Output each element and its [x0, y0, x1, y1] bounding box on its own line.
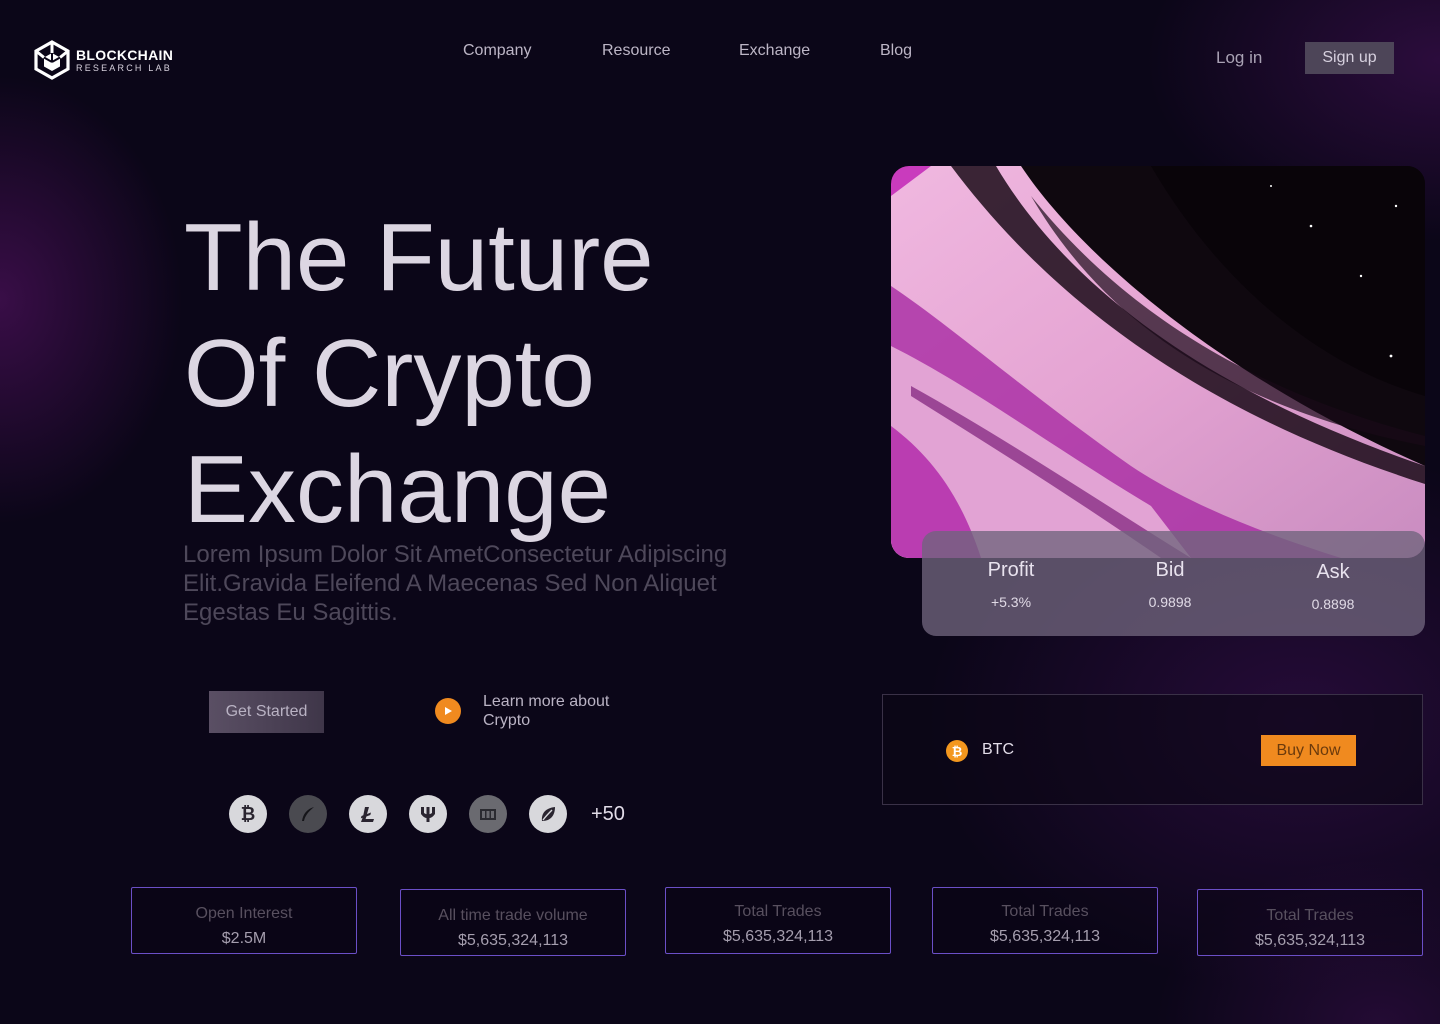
metric-card: Total Trades $5,635,324,113	[932, 887, 1158, 954]
ticker-bid-value: 0.9898	[1148, 594, 1192, 610]
hero-title-line-3: Exchange	[184, 436, 611, 543]
supported-coins: ₿ +50	[229, 795, 625, 833]
hero-subtitle: Lorem Ipsum Dolor Sit AmetConsectetur Ad…	[183, 541, 728, 626]
ticker-ask-value: 0.8898	[1311, 596, 1355, 612]
leaf-icon	[529, 795, 567, 833]
brand-name: BLOCKCHAIN	[76, 46, 174, 63]
ticker-bid: Bid 0.9898	[1120, 559, 1220, 610]
feather-icon	[289, 795, 327, 833]
nav-exchange-link[interactable]: Exchange	[739, 42, 810, 60]
brand-text: BLOCKCHAIN RESEARCH LAB	[76, 48, 173, 73]
learn-more-text: Learn more about Crypto	[483, 693, 610, 729]
ticker-profit-value: +5.3%	[990, 594, 1032, 610]
cube-logo-icon	[34, 40, 70, 80]
ticker-bid-label: Bid	[1155, 559, 1185, 581]
metric-label: Total Trades	[1266, 907, 1354, 924]
metric-card: Total Trades $5,635,324,113	[1197, 889, 1423, 956]
hero-title-line-1: The Future	[184, 204, 654, 311]
hero-artwork	[891, 166, 1425, 558]
metric-value: $5,635,324,113	[457, 932, 569, 949]
play-icon[interactable]	[435, 698, 461, 724]
ticker-card: Profit +5.3% Bid 0.9898 Ask 0.8898	[922, 531, 1425, 636]
buy-now-button[interactable]: Buy Now	[1261, 735, 1356, 766]
nav-resource-link[interactable]: Resource	[602, 42, 670, 60]
metric-value: $5,635,324,113	[989, 928, 1101, 945]
hero-title: The Future Of Crypto Exchange	[184, 200, 804, 548]
litecoin-icon	[349, 795, 387, 833]
metric-value: $2.5M	[221, 930, 267, 947]
more-coins-count: +50	[591, 802, 625, 825]
metric-label: All time trade volume	[438, 907, 588, 924]
svg-text:₿: ₿	[241, 804, 256, 825]
learn-more-link[interactable]: Learn more about Crypto	[435, 692, 633, 730]
nav-blog-link[interactable]: Blog	[880, 42, 912, 60]
ticker-profit: Profit +5.3%	[961, 559, 1061, 610]
metric-card: All time trade volume $5,635,324,113	[400, 889, 626, 956]
get-started-button[interactable]: Get Started	[209, 691, 324, 733]
trade-asset-label: BTC	[982, 741, 1014, 758]
hero-title-line-2: Of Crypto	[184, 320, 595, 427]
login-link[interactable]: Log in	[1216, 48, 1262, 68]
signup-button[interactable]: Sign up	[1305, 42, 1394, 74]
metric-label: Total Trades	[1001, 903, 1089, 920]
bitcoin-icon: ₿	[946, 740, 968, 762]
metric-card: Open Interest $2.5M	[131, 887, 357, 954]
metric-label: Open Interest	[195, 905, 293, 922]
book-icon	[469, 795, 507, 833]
metric-card: Total Trades $5,635,324,113	[665, 887, 891, 954]
bitcoin-icon: ₿	[229, 795, 267, 833]
nav-company-link[interactable]: Company	[463, 42, 531, 60]
brand-logo[interactable]: BLOCKCHAIN RESEARCH LAB	[34, 40, 173, 80]
ticker-profit-label: Profit	[987, 559, 1035, 581]
metric-value: $5,635,324,113	[1254, 932, 1366, 949]
brand-subtitle: RESEARCH LAB	[76, 62, 172, 73]
metric-label: Total Trades	[734, 903, 822, 920]
trade-panel: ₿ BTC Buy Now	[882, 694, 1423, 805]
ticker-ask-label: Ask	[1316, 561, 1350, 583]
ticker-ask: Ask 0.8898	[1283, 561, 1383, 612]
metric-value: $5,635,324,113	[722, 928, 834, 945]
trident-icon	[409, 795, 447, 833]
